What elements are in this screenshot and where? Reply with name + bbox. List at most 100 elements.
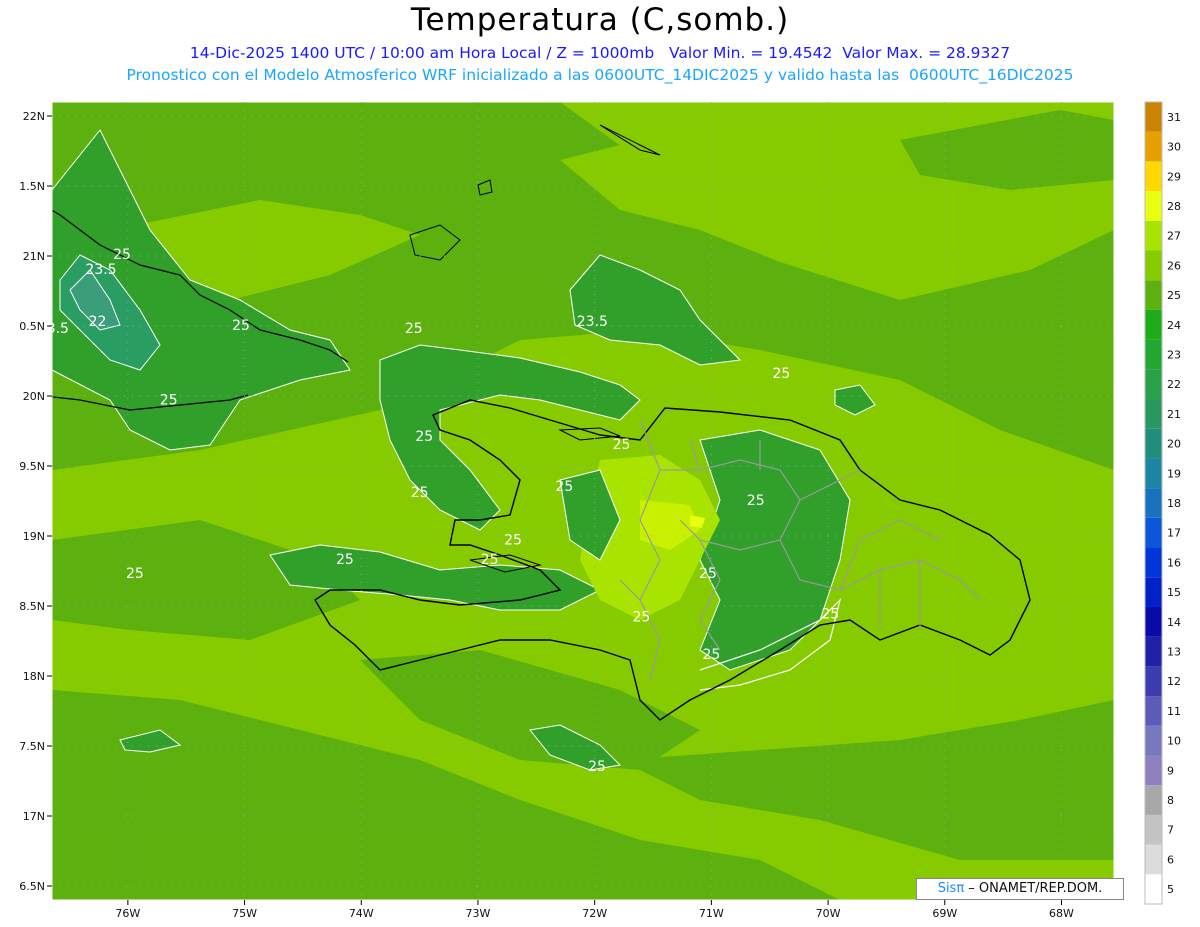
colorbar-swatch [1145,814,1162,845]
y-tick-label: 6.5N [19,880,45,893]
colorbar-swatch [1145,428,1162,459]
contour-label: 23.5 [577,314,608,330]
contour-label: 25 [415,429,433,445]
x-tick-label: 70W [816,907,841,920]
colorbar-label: 27 [1167,230,1181,243]
contour-label: 3.5 [47,321,69,337]
y-tick-label: 7.5N [19,740,45,753]
colorbar-label: 15 [1167,586,1181,599]
x-tick-label: 72W [582,907,607,920]
x-tick-label: 69W [932,907,957,920]
contour-label: 25 [336,552,354,568]
contour-label: 25 [481,552,499,568]
y-tick-label: 20N [23,390,45,403]
y-tick-label: 21N [23,250,45,263]
colorbar-label: 8 [1167,794,1174,807]
y-tick-label: 0.5N [19,320,45,333]
y-tick-label: 22N [23,110,45,123]
y-tick-label: 18N [23,670,45,683]
colorbar-swatch [1145,517,1162,548]
contour-label: 25 [632,609,650,625]
colorbar-label: 14 [1167,616,1181,629]
colorbar-label: 20 [1167,438,1181,451]
colorbar-label: 26 [1167,259,1181,272]
colorbar-swatch [1145,636,1162,667]
contour-label: 25 [702,647,720,663]
colorbar-label: 22 [1167,378,1181,391]
contour-label: 25 [821,607,839,623]
colorbar-swatch [1145,399,1162,429]
colorbar-label: 12 [1167,675,1181,688]
colorbar-swatch [1145,250,1162,281]
colorbar-label: 10 [1167,735,1181,748]
colorbar-swatch [1145,280,1162,310]
x-tick-label: 73W [466,907,491,920]
colorbar-label: 19 [1167,467,1181,480]
colorbar-swatch [1145,488,1162,518]
colorbar-swatch [1145,666,1162,697]
colorbar-swatch [1145,755,1162,786]
colorbar-label: 16 [1167,556,1181,569]
contour-label: 25 [588,759,606,775]
colorbar-label: 30 [1167,141,1181,154]
contour-label: 25 [747,493,765,509]
colorbar: 5 6 7 8 9 10 11 12 13 14 15 16 17 18 19 20 21 22 23 24 25 26 2… [1144,101,1181,905]
contour-label: 25 [411,485,429,501]
colorbar-swatch [1145,606,1162,637]
colorbar-label: 21 [1167,408,1181,421]
colorbar-label: 28 [1167,200,1181,213]
colorbar-label: 11 [1167,705,1181,718]
colorbar-label: 24 [1167,319,1181,332]
colorbar-swatch [1145,874,1162,904]
x-tick-label: 68W [1049,907,1074,920]
y-axis-ticks: 22N 1.5N 21N 0.5N 20N 9.5N 19N 8.5N 18N 7.5N 17N 6.… [19,110,52,893]
colorbar-swatch [1145,785,1162,815]
contour-label: 25 [113,247,131,263]
colorbar-label: 18 [1167,497,1181,510]
colorbar-swatch [1145,369,1162,400]
colorbar-label: 31 [1167,111,1181,124]
colorbar-swatch [1145,577,1162,607]
x-tick-label: 74W [349,907,374,920]
contour-label: 25 [504,532,522,548]
colorbar-swatch [1145,102,1162,132]
credit-box: Sisπ – ONAMET/REP.DOM. [916,878,1124,900]
temperature-map: 76W 75W 74W 73W 72W 71W 70W 69W 68W 22N 1.5N 21N 0.… [19,101,1181,920]
x-tick-label: 75W [232,907,257,920]
y-tick-label: 19N [23,530,45,543]
colorbar-label: 25 [1167,289,1181,302]
colorbar-swatch [1145,725,1162,756]
colorbar-label: 9 [1167,764,1174,777]
colorbar-swatch [1145,131,1162,162]
colorbar-swatch [1145,458,1162,489]
colorbar-swatch [1145,547,1162,578]
colorbar-label: 17 [1167,527,1181,540]
contour-label: 25 [405,321,423,337]
colorbar-swatch [1145,309,1162,340]
colorbar-swatch [1145,161,1162,192]
colorbar-label: 13 [1167,646,1181,659]
x-axis-ticks: 76W 75W 74W 73W 72W 71W 70W 69W 68W [115,900,1074,920]
colorbar-swatch [1145,220,1162,251]
colorbar-label: 6 [1167,853,1174,866]
contour-label: 25 [160,392,178,408]
colorbar-swatch [1145,844,1162,875]
contour-label: 25 [232,318,250,334]
map-field [52,102,1114,900]
contour-label: 25 [699,566,717,582]
y-tick-label: 17N [23,810,45,823]
colorbar-label: 5 [1167,883,1174,896]
colorbar-swatch [1145,191,1162,221]
y-tick-label: 9.5N [19,460,45,473]
contour-label: 23.5 [85,262,116,278]
x-tick-label: 71W [699,907,724,920]
colorbar-label: 7 [1167,824,1174,837]
contour-label: 22 [89,314,107,330]
credit-org: – ONAMET/REP.DOM. [964,881,1103,896]
contour-label: 25 [613,437,631,453]
x-tick-label: 76W [115,907,140,920]
colorbar-label: 29 [1167,170,1181,183]
colorbar-swatch [1145,339,1162,370]
colorbar-label: 23 [1167,348,1181,361]
contour-label: 25 [555,479,573,495]
